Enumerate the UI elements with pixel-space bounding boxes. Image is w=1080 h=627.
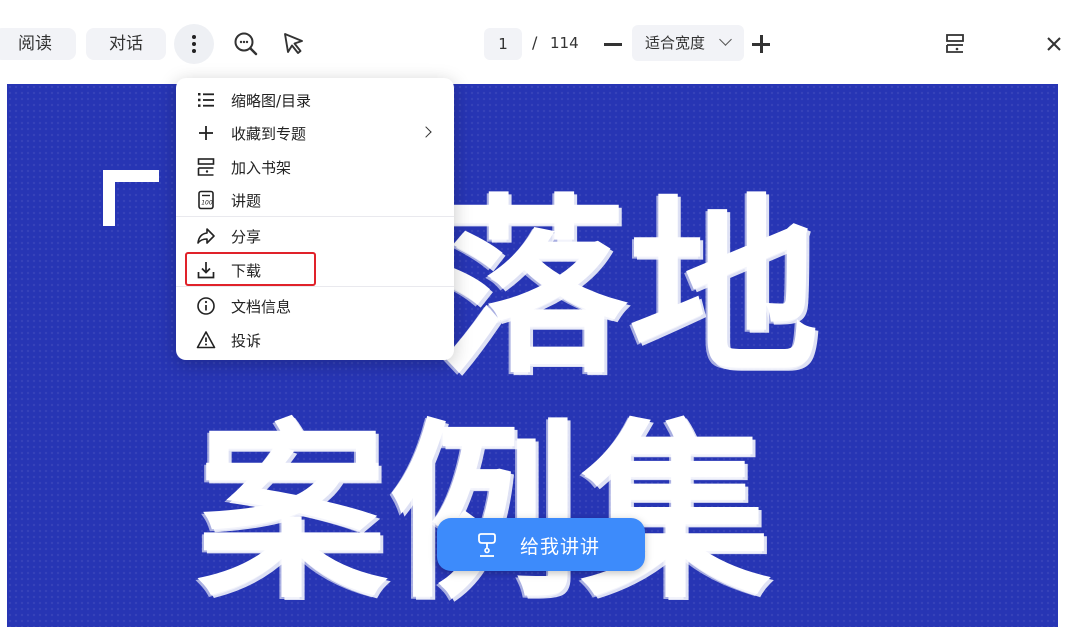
menu-item-label: 讲题 xyxy=(231,192,262,210)
bookshelf-icon xyxy=(197,158,215,176)
more-vertical-icon xyxy=(192,35,196,39)
menu-item-complaint[interactable]: 投诉 xyxy=(176,323,454,355)
download-highlight-box xyxy=(185,252,316,286)
menu-item-label: 文档信息 xyxy=(231,298,292,316)
explain-button-label: 给我讲讲 xyxy=(520,536,601,558)
cursor-select-icon[interactable] xyxy=(280,30,308,58)
menu-item-doc-info[interactable]: 文档信息 xyxy=(176,289,454,321)
menu-item-label: 缩略图/目录 xyxy=(231,92,312,110)
chat-mode-button[interactable]: 对话 xyxy=(86,28,166,60)
plus-icon xyxy=(199,126,213,140)
read-mode-button[interactable]: 阅读 xyxy=(0,28,76,60)
document-title-line2: 案例集 xyxy=(197,403,774,624)
more-options-menu: 缩略图/目录 收藏到专题 加入书架 100 讲题 分享 下载 文档信息 投诉 xyxy=(176,78,454,360)
svg-text:100: 100 xyxy=(201,200,213,207)
zoom-in-icon[interactable] xyxy=(752,34,772,54)
list-icon xyxy=(198,93,214,107)
close-icon[interactable] xyxy=(1040,30,1068,58)
menu-item-add-to-topic[interactable]: 收藏到专题 xyxy=(176,116,454,148)
lamp-icon xyxy=(478,533,496,557)
menu-item-label: 加入书架 xyxy=(231,159,292,177)
zoom-mode-label: 适合宽度 xyxy=(645,34,706,52)
menu-item-share[interactable]: 分享 xyxy=(176,219,454,251)
info-icon xyxy=(197,297,215,315)
more-options-button[interactable] xyxy=(174,24,214,64)
menu-item-thumbnails[interactable]: 缩略图/目录 xyxy=(176,83,454,115)
menu-item-lecture[interactable]: 100 讲题 xyxy=(176,183,454,215)
top-toolbar: 阅读 对话 1 / 114 适合宽度 xyxy=(0,0,1080,84)
current-page-input[interactable]: 1 xyxy=(484,28,522,60)
lecture-icon: 100 xyxy=(198,190,214,210)
menu-item-label: 投诉 xyxy=(231,332,262,350)
explain-to-me-button[interactable]: 给我讲讲 xyxy=(437,518,645,571)
more-vertical-icon-dot xyxy=(192,42,196,46)
bookshelf-icon[interactable] xyxy=(942,30,970,58)
zoom-out-icon[interactable] xyxy=(604,43,622,46)
quote-mark-decoration xyxy=(103,170,159,226)
more-vertical-icon-dot xyxy=(192,49,196,53)
menu-item-add-to-bookshelf[interactable]: 加入书架 xyxy=(176,150,454,182)
share-icon xyxy=(197,228,215,244)
warning-icon xyxy=(196,331,216,349)
menu-item-label: 收藏到专题 xyxy=(231,125,307,143)
menu-divider xyxy=(176,286,454,287)
menu-item-label: 分享 xyxy=(231,228,262,246)
search-text-icon[interactable] xyxy=(232,30,260,58)
total-pages: 114 xyxy=(550,34,579,52)
page-separator: / xyxy=(532,33,538,52)
chevron-right-icon xyxy=(420,126,432,138)
menu-divider xyxy=(176,216,454,217)
document-title-line1: 落地 xyxy=(437,178,822,399)
zoom-mode-select[interactable]: 适合宽度 xyxy=(632,25,744,61)
chevron-down-icon xyxy=(719,33,732,46)
